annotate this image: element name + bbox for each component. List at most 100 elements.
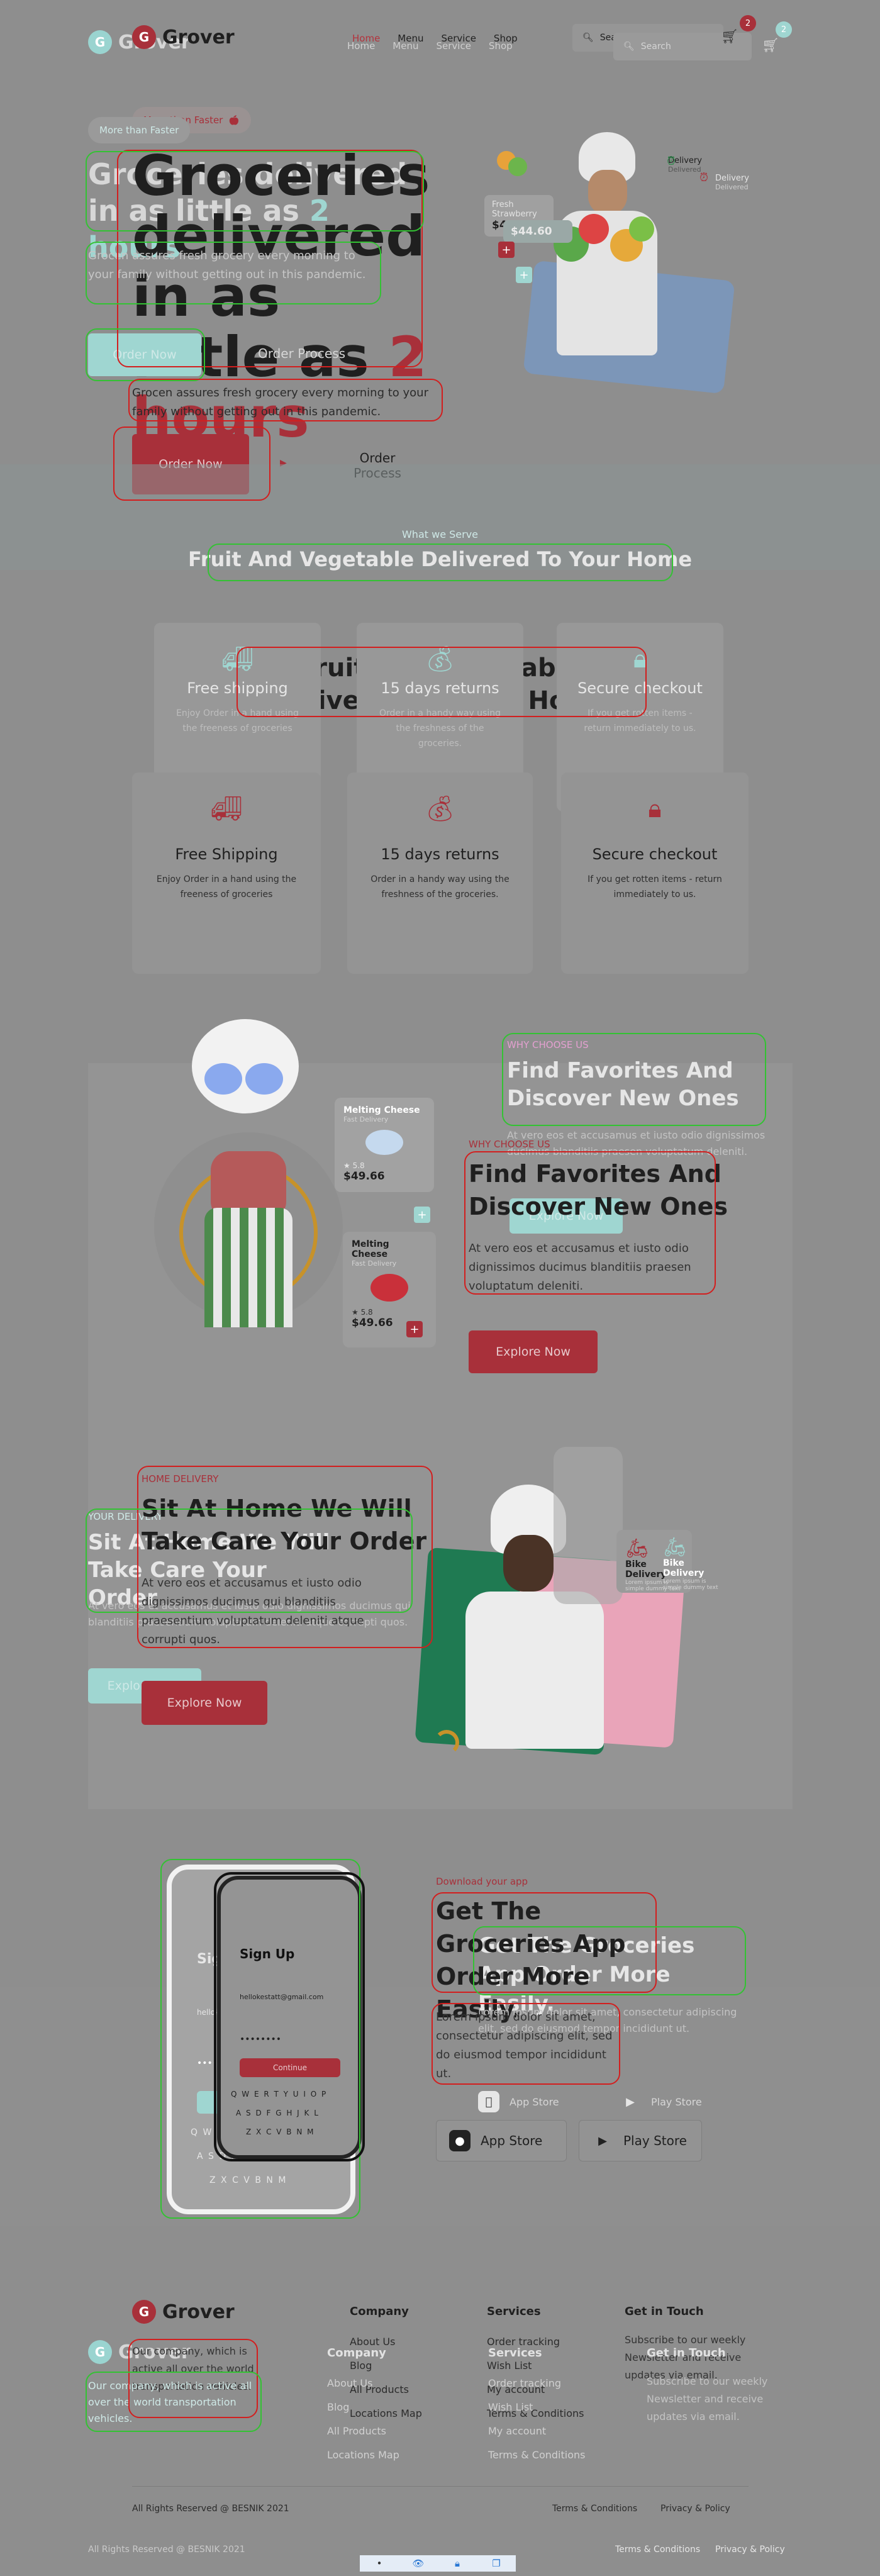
copy-icon[interactable]: ❐ xyxy=(477,2555,516,2572)
footer-link[interactable]: Blog xyxy=(327,2395,399,2419)
footer-link[interactable]: Locations Map xyxy=(327,2443,399,2467)
sunglasses xyxy=(245,1063,283,1095)
privacy-link-ghost[interactable]: Privacy & Policy xyxy=(715,2545,785,2555)
product-card[interactable]: Melting Cheese Fast Delivery ★ 5.8 $49.6… xyxy=(335,1098,434,1192)
annotation-outline xyxy=(502,1033,766,1126)
logo-mark: G xyxy=(132,25,156,49)
money-bag-icon: 💰︎ xyxy=(424,795,456,823)
chef-face xyxy=(588,170,627,214)
annotation-outline xyxy=(113,427,270,501)
cart-badge: 2 xyxy=(776,21,792,38)
footer-link[interactable]: Wish List xyxy=(488,2395,585,2419)
footer-link[interactable]: Order tracking xyxy=(488,2372,585,2395)
cart-icon[interactable]: 🛒︎ xyxy=(717,24,742,49)
annotation-outline xyxy=(464,1151,716,1295)
add-to-cart-button[interactable]: + xyxy=(498,242,515,258)
footer-link[interactable]: All Products xyxy=(327,2419,399,2443)
site-header: G Grover G Grover Home Menu Service Shop… xyxy=(0,0,880,75)
annotation-outline xyxy=(86,242,381,304)
lock-icon[interactable]: 🔒︎ xyxy=(438,2555,477,2572)
strawberry-image xyxy=(370,1274,408,1302)
annotation-outline xyxy=(86,328,205,381)
play-store-button[interactable]: ▶ Play Store xyxy=(579,2120,702,2161)
feature-title: Free Shipping xyxy=(175,845,278,863)
why-overline: WHY CHOOSE US xyxy=(469,1139,550,1150)
logo-mark: G xyxy=(88,30,112,54)
explore-now-button[interactable]: Explore Now xyxy=(469,1330,598,1373)
play-store-label: Play Store xyxy=(651,2095,702,2108)
lock-chat-icon: 🔒︎ xyxy=(648,795,662,823)
footer-col-title: Services xyxy=(487,2305,541,2318)
alarm-clock-icon: ⏰︎ xyxy=(667,155,676,168)
feature-title: Secure checkout xyxy=(592,845,718,863)
footer-links-services-ghost: Order tracking Wish List My account Term… xyxy=(488,2372,585,2467)
copyright: All Rights Reserved @ BESNIK 2021 xyxy=(132,2504,289,2514)
fruit-bowl-icon xyxy=(491,151,535,189)
footer-col-title: Get in Touch xyxy=(625,2305,704,2318)
delivery-badge-ghost: Delivery Delivered xyxy=(708,169,783,196)
footer-col-title: Company xyxy=(350,2305,409,2318)
footer-col-title-ghost: Services xyxy=(488,2346,542,2360)
browser-toolbar: • 👁︎ 🔒︎ ❐ xyxy=(360,2555,516,2572)
product-price: $44.60 xyxy=(511,225,552,238)
footer-link[interactable]: Terms & Conditions xyxy=(488,2443,585,2467)
add-to-cart-button[interactable]: + xyxy=(414,1207,430,1223)
add-to-cart-button[interactable]: + xyxy=(516,267,532,283)
feature-card: 🚚︎ Free Shipping Enjoy Order in a hand u… xyxy=(132,772,321,974)
footer-link[interactable]: About Us xyxy=(327,2372,399,2395)
add-to-cart-button[interactable]: + xyxy=(406,1321,423,1337)
truck-icon: 🚚︎ xyxy=(210,795,243,823)
product-sub: Fast Delivery xyxy=(352,1259,397,1268)
app-store-button[interactable]: ● App Store xyxy=(436,2120,567,2161)
annotation-outline xyxy=(86,2372,262,2432)
logo[interactable]: G Grover xyxy=(132,25,235,49)
bike-label: Bike Delivery xyxy=(663,1558,705,1578)
logo-mark: G xyxy=(88,2340,112,2364)
apple-icon: 🍎︎ xyxy=(228,114,240,126)
apple-icon:  xyxy=(478,2091,499,2112)
annotation-outline xyxy=(86,151,424,231)
footer-divider xyxy=(132,2486,749,2487)
privacy-link[interactable]: Privacy & Policy xyxy=(660,2504,730,2514)
annotation-outline xyxy=(86,1508,413,1613)
terms-link[interactable]: Terms & Conditions xyxy=(552,2504,637,2514)
footer-logo[interactable]: G Grover xyxy=(132,2300,235,2324)
annotation-outline xyxy=(473,1926,746,1995)
annotation-outline xyxy=(432,2003,620,2085)
alarm-clock-icon: ⏰︎ xyxy=(699,171,709,184)
play-store-button-ghost[interactable]: ▶ Play Store xyxy=(607,2081,715,2122)
play-store-label: Play Store xyxy=(623,2133,687,2148)
logo-text: Grover xyxy=(162,2300,235,2323)
sunglasses xyxy=(204,1063,242,1095)
feature-desc: Order in a handy way using the freshness… xyxy=(370,874,510,900)
app-store-label: App Store xyxy=(481,2133,543,2148)
eye-icon[interactable]: 👁︎ xyxy=(399,2555,438,2572)
product-price-card-ghost[interactable]: $44.60 xyxy=(503,220,572,243)
terms-link-ghost[interactable]: Terms & Conditions xyxy=(615,2545,700,2555)
annotation-outline xyxy=(214,1872,365,2161)
search-icon: 🔍︎ xyxy=(582,33,594,43)
nav-menu[interactable]: Menu xyxy=(393,40,418,52)
dot-icon[interactable]: • xyxy=(360,2555,399,2572)
delivery-label: Delivery xyxy=(668,156,702,165)
footer-link[interactable]: My account xyxy=(488,2419,585,2443)
nav-shop[interactable]: Shop xyxy=(489,40,513,52)
app-store-button-ghost[interactable]:  App Store xyxy=(465,2081,572,2122)
play-store-icon: ▶ xyxy=(598,2134,607,2148)
striped-shirt xyxy=(204,1208,292,1327)
footer-links-company-ghost: About Us Blog All Products Locations Map xyxy=(327,2372,399,2467)
product-rating: ★ 5.8 xyxy=(352,1308,373,1317)
explore-now-button[interactable]: Explore Now xyxy=(142,1681,267,1725)
product-label: Fresh Strawberry xyxy=(492,200,537,219)
footer-col-title-ghost: Get in Touch xyxy=(647,2346,726,2360)
product-sub: Fast Delivery xyxy=(343,1115,389,1124)
nav-home[interactable]: Home xyxy=(347,40,375,52)
annotation-outline xyxy=(237,647,647,717)
girl-fruits-image xyxy=(154,1006,343,1409)
app-store-label: App Store xyxy=(510,2095,559,2108)
nav-service[interactable]: Service xyxy=(436,40,471,52)
chef-delivery-image xyxy=(415,1447,711,1761)
newsletter-text-ghost: Subscribe to our weekly Newsletter and r… xyxy=(647,2375,768,2423)
scooter-icon: 🛵︎ xyxy=(663,1536,688,1558)
landing-page: G Grover G Grover Home Menu Service Shop… xyxy=(0,0,880,2576)
